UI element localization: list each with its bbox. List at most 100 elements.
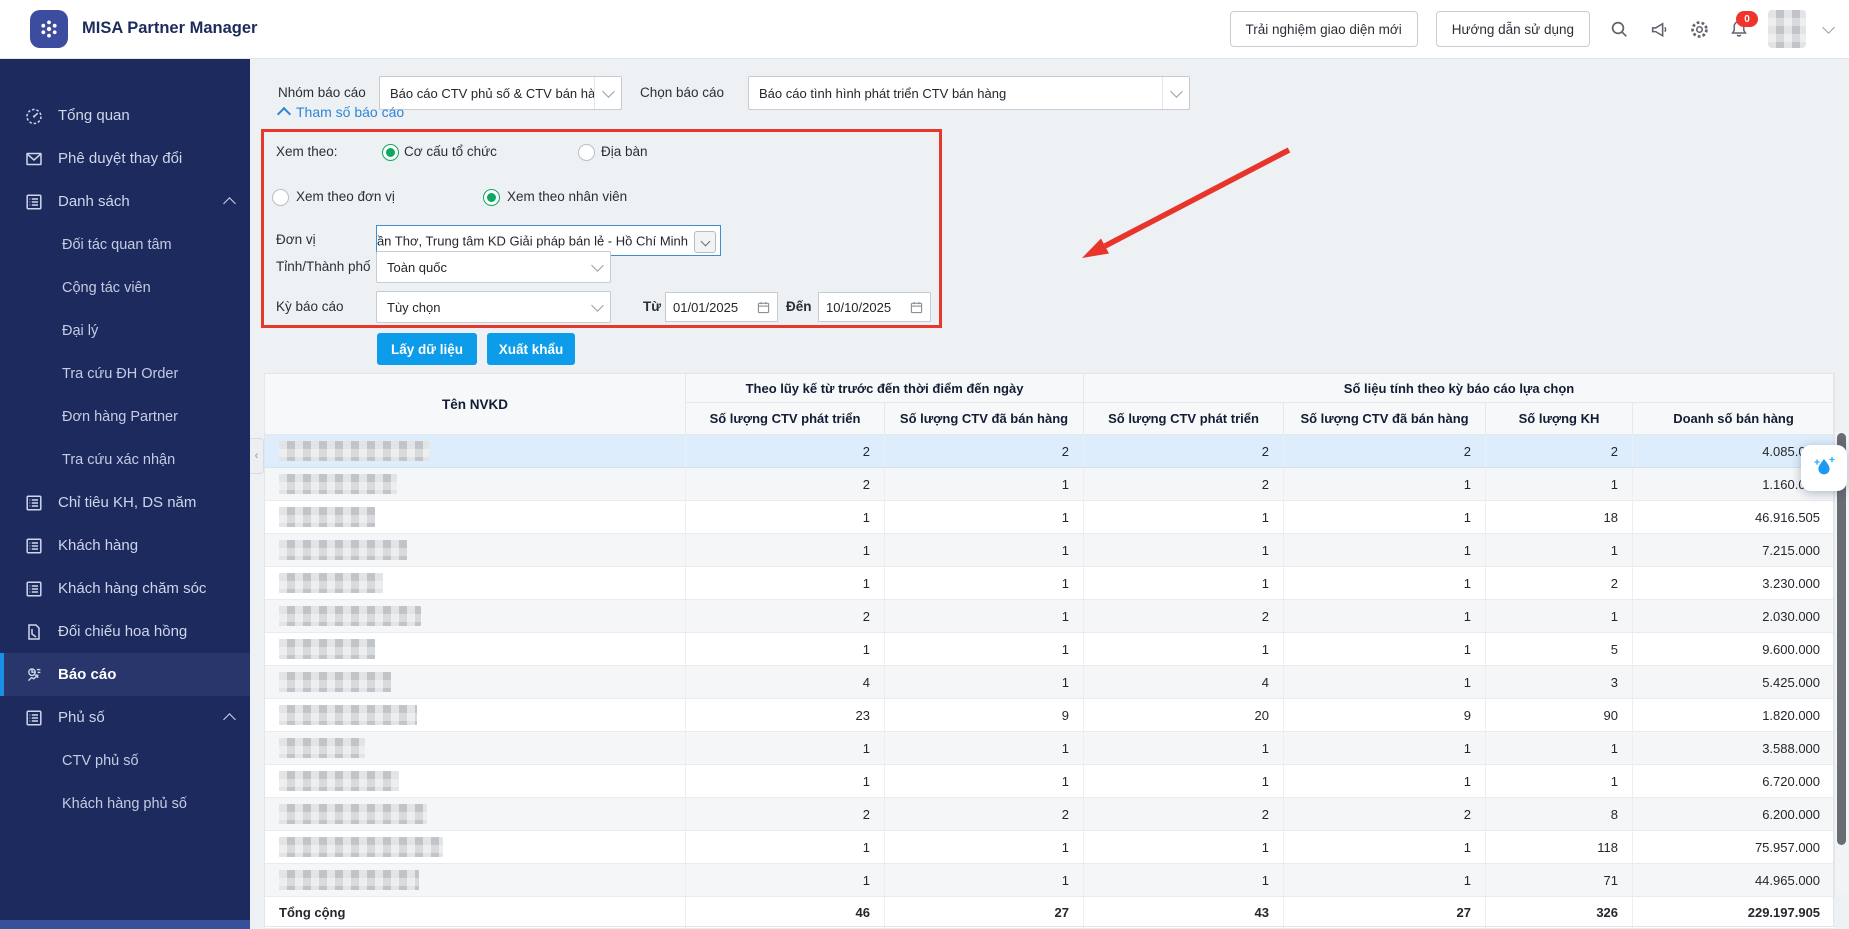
table-row[interactable]: 1 1 1 1 5 9.600.000	[264, 632, 1836, 666]
export-button[interactable]: Xuất khẩu	[487, 333, 575, 365]
new-interface-button[interactable]: Trải nghiệm giao diện mới	[1229, 11, 1418, 47]
sidebar-subitem-khach-hang-phu-so[interactable]: Khách hàng phủ số	[0, 782, 250, 825]
sidebar-subitem-dai-ly[interactable]: Đại lý	[0, 309, 250, 352]
sidebar-item-phe-duyet-thay-doi[interactable]: Phê duyệt thay đổi	[0, 137, 250, 180]
avatar[interactable]	[1768, 10, 1806, 48]
table-cell: 1	[883, 500, 1085, 534]
radio-area[interactable]	[578, 143, 595, 161]
list-icon	[24, 708, 44, 728]
table-row[interactable]: 23 9 20 9 90 1.820.000	[264, 698, 1836, 732]
list-icon	[24, 192, 44, 212]
get-data-button[interactable]: Lấy dữ liệu	[377, 333, 477, 365]
province-label: Tỉnh/Thành phố	[276, 259, 371, 274]
gear-icon[interactable]	[1688, 18, 1710, 40]
table-cell: 2	[1083, 797, 1285, 831]
province-select[interactable]: Toàn quốc	[376, 251, 611, 283]
table-cell: 1	[685, 566, 885, 600]
table-row[interactable]: 1 1 1 1 1 6.720.000	[264, 764, 1836, 798]
table-cell: 1	[883, 863, 1085, 897]
calendar-icon[interactable]	[910, 301, 923, 314]
misa-logo-icon[interactable]	[30, 10, 68, 48]
table-row[interactable]: 1 1 1 1 118 75.957.000	[264, 830, 1836, 864]
megaphone-icon[interactable]	[1648, 18, 1670, 40]
redacted-name-block	[279, 540, 407, 560]
table-cell: 1	[1283, 632, 1487, 666]
table-row[interactable]: 1 1 1 1 18 46.916.505	[264, 500, 1836, 534]
report-select[interactable]: Báo cáo tình hình phát triển CTV bán hàn…	[748, 76, 1190, 110]
table-row[interactable]: 1 1 1 1 1 7.215.000	[264, 533, 1836, 567]
sidebar-item-doi-chieu-hoa-hong[interactable]: Đối chiếu hoa hồng	[0, 610, 250, 653]
water-drop-widget-button[interactable]	[1801, 445, 1847, 491]
redacted-name-block	[279, 837, 443, 857]
search-icon[interactable]	[1608, 18, 1630, 40]
table-cell: 1	[883, 665, 1085, 699]
chevron-down-icon[interactable]	[1822, 20, 1835, 34]
table-cell: 9	[1283, 698, 1487, 732]
table-cell: 1	[1283, 863, 1487, 897]
report-params-toggle[interactable]: Tham số báo cáo	[276, 104, 404, 122]
scrollbar-thumb[interactable]	[1837, 433, 1846, 845]
table-cell: 23	[685, 698, 885, 732]
table-cell: 1	[1083, 632, 1285, 666]
sidebar-item-phu-so[interactable]: Phủ số	[0, 696, 250, 739]
vertical-scrollbar[interactable]	[1834, 432, 1848, 895]
col-header-0[interactable]: Số lượng CTV phát triển	[685, 402, 885, 435]
sidebar-collapse-handle[interactable]: ‹	[250, 438, 264, 474]
col-header-5[interactable]: Doanh số bán hàng	[1632, 402, 1836, 435]
table-row[interactable]: 2 1 2 1 1 2.030.000	[264, 599, 1836, 633]
table-cell: 4	[1083, 665, 1285, 699]
table-row[interactable]: 1 1 1 1 1 3.588.000	[264, 731, 1836, 765]
col-header-2[interactable]: Số lượng CTV phát triển	[1083, 402, 1285, 435]
to-date-input[interactable]: 10/10/2025	[818, 292, 931, 322]
table-row[interactable]: 1 1 1 1 71 44.965.000	[264, 863, 1836, 897]
chevron-down-icon	[1162, 77, 1189, 109]
table-row[interactable]: 1 1 1 1 2 3.230.000	[264, 566, 1836, 600]
col-header-1[interactable]: Số lượng CTV đã bán hàng	[883, 402, 1085, 435]
table-cell: 1	[1283, 533, 1487, 567]
sidebar-item-danh-sach[interactable]: Danh sách	[0, 180, 250, 223]
unit-dropdown-button[interactable]	[694, 231, 716, 253]
sidebar-item-khach-hang-cham-soc[interactable]: Khách hàng chăm sóc	[0, 567, 250, 610]
redacted-name-block	[279, 507, 375, 527]
table-cell: 90	[1485, 698, 1634, 732]
radio-view-by-unit[interactable]	[272, 189, 289, 206]
redacted-name-block	[279, 573, 383, 593]
table-cell: 1	[1083, 863, 1285, 897]
radio-org-structure[interactable]	[382, 143, 399, 161]
period-select[interactable]: Tùy chọn	[376, 291, 611, 323]
table-cell: 8	[1485, 797, 1634, 831]
from-date-input[interactable]: 01/01/2025	[665, 292, 778, 322]
sidebar-subitem-tra-cuu-dh-order[interactable]: Tra cứu ĐH Order	[0, 352, 250, 395]
calendar-icon[interactable]	[757, 301, 770, 314]
sidebar-subitem-cong-tac-vien[interactable]: Cộng tác viên	[0, 266, 250, 309]
col-header-name[interactable]: Tên NVKD	[264, 373, 686, 435]
table-row[interactable]: 4 1 4 1 3 5.425.000	[264, 665, 1836, 699]
sidebar-subitem-doi-tac-quan-tam[interactable]: Đối tác quan tâm	[0, 223, 250, 266]
chevron-up-icon	[223, 713, 236, 726]
sidebar-scrollbar[interactable]	[0, 920, 250, 929]
table-cell: 71	[1485, 863, 1634, 897]
sidebar-item-bao-cao[interactable]: Báo cáo	[0, 653, 250, 696]
table-row[interactable]: 2 1 2 1 1 1.160.000	[264, 467, 1836, 501]
radio-view-by-unit-label: Xem theo đơn vị	[296, 189, 395, 204]
sidebar-item-chi-tieu-kh-ds-nam[interactable]: Chỉ tiêu KH, DS năm	[0, 481, 250, 524]
bell-icon[interactable]: 0	[1728, 11, 1758, 40]
table-row[interactable]: 2 2 2 2 2 4.085.000	[264, 434, 1836, 468]
report-group-select[interactable]: Báo cáo CTV phủ số & CTV bán hàng	[379, 76, 622, 110]
table-cell: 4	[685, 665, 885, 699]
sidebar-subitem-don-hang-partner[interactable]: Đơn hàng Partner	[0, 395, 250, 438]
sidebar-item-khach-hang[interactable]: Khách hàng	[0, 524, 250, 567]
col-header-4[interactable]: Số lượng KH	[1485, 402, 1634, 435]
table-cell: 1	[1283, 830, 1487, 864]
sidebar-item-tong-quan[interactable]: Tổng quan	[0, 94, 250, 137]
user-guide-button[interactable]: Hướng dẫn sử dụng	[1435, 11, 1590, 47]
redacted-name-block	[279, 705, 417, 725]
nvkd-name-cell-redacted	[264, 467, 686, 501]
sidebar-item-label: Khách hàng chăm sóc	[58, 580, 207, 597]
sidebar-subitem-tra-cuu-xac-nhan[interactable]: Tra cứu xác nhận	[0, 438, 250, 481]
table-row[interactable]: 2 2 2 2 8 6.200.000	[264, 797, 1836, 831]
col-header-3[interactable]: Số lượng CTV đã bán hàng	[1283, 402, 1487, 435]
radio-view-by-employee[interactable]	[483, 189, 500, 206]
table-cell: 2	[1083, 599, 1285, 633]
sidebar-subitem-ctv-phu-so[interactable]: CTV phủ số	[0, 739, 250, 782]
